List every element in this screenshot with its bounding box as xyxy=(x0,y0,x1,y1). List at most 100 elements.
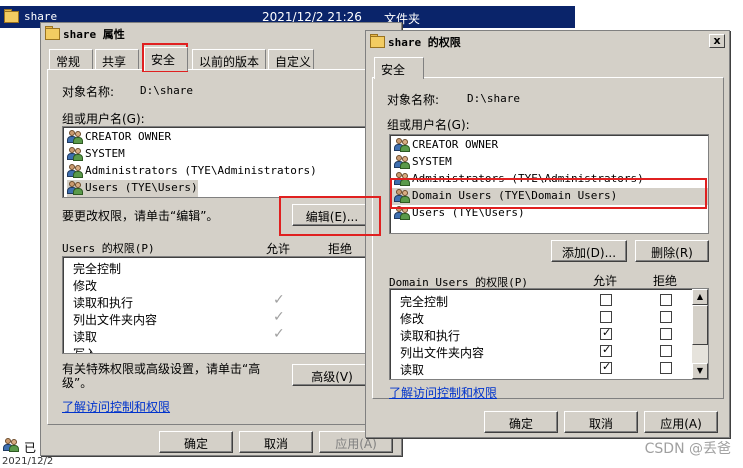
permission-row: 读取 xyxy=(390,360,708,377)
list-item-selected[interactable]: Domain Users (TYE\Domain Users) xyxy=(390,188,708,205)
user-name: Users (TYE\Users) xyxy=(85,181,198,194)
object-name-label: 对象名称: xyxy=(387,93,440,107)
tab-sharing[interactable]: 共享 xyxy=(95,49,139,69)
list-item[interactable]: Users (TYE\Users) xyxy=(67,180,198,197)
tab-custom[interactable]: 自定义 xyxy=(268,49,314,69)
user-name: Administrators (TYE\Administrators) xyxy=(412,172,644,185)
learn-access-control-link[interactable]: 了解访问控制和权限 xyxy=(389,384,497,401)
permission-row: 读取和执行 xyxy=(390,326,708,343)
properties-title: share 属性 xyxy=(63,28,125,41)
scroll-up-icon[interactable]: ▲ xyxy=(692,289,708,305)
permission-name: 列出文件夹内容 xyxy=(73,313,158,327)
deny-checkbox[interactable] xyxy=(660,294,672,306)
permissions-dialog: share 的权限 x 安全 对象名称: D:\share 组或用户名(G): … xyxy=(365,30,730,438)
object-name-value: D:\share xyxy=(467,92,520,105)
user-name: CREATOR OWNER xyxy=(412,138,499,151)
permission-name: 写入 xyxy=(73,347,98,354)
allow-checkbox[interactable] xyxy=(600,311,612,323)
user-group-icon xyxy=(67,180,83,195)
properties-titlebar[interactable]: share 属性 xyxy=(41,23,401,43)
special-permissions-hint: 有关特殊权限或高级设置，请单击“高级”。 xyxy=(62,362,261,390)
user-name: CREATOR OWNER xyxy=(85,130,172,143)
status-label: 已 xyxy=(24,441,37,455)
user-name: SYSTEM xyxy=(85,147,125,160)
apply-button[interactable]: 应用(A) xyxy=(644,411,718,433)
list-item[interactable]: Administrators (TYE\Administrators) xyxy=(394,171,644,188)
object-name-value: D:\share xyxy=(140,84,193,97)
ok-button[interactable]: 确定 xyxy=(484,411,558,433)
user-group-icon xyxy=(67,163,83,178)
permission-row: 列出文件夹内容 xyxy=(390,343,708,360)
permission-list[interactable]: 完全控制 修改 读取和执行 列出文件夹内容 读取 ▲ ▼ xyxy=(389,288,709,380)
security-panel: 对象名称: D:\share 组或用户名(G): CREATOR OWNER S… xyxy=(47,69,399,425)
list-item[interactable]: Users (TYE\Users) xyxy=(394,205,525,222)
user-group-icon xyxy=(67,129,83,144)
cancel-button[interactable]: 取消 xyxy=(564,411,638,433)
cancel-button[interactable]: 取消 xyxy=(239,431,313,453)
permission-list[interactable]: 完全控制 修改 读取和执行 ✓ 列出文件夹内容 ✓ 读取 ✓ 写入 xyxy=(62,256,394,354)
deny-checkbox[interactable] xyxy=(660,345,672,357)
permission-name: 读取和执行 xyxy=(400,329,461,343)
allow-column-header: 允许 xyxy=(266,242,291,256)
permission-scrollbar[interactable]: ▲ ▼ xyxy=(692,289,708,379)
remove-button[interactable]: 删除(R) xyxy=(635,240,709,262)
permissions-title: share 的权限 xyxy=(388,36,461,49)
add-button[interactable]: 添加(D)... xyxy=(551,240,627,262)
permissions-titlebar[interactable]: share 的权限 x xyxy=(366,31,729,51)
tab-general[interactable]: 常规 xyxy=(49,49,93,69)
learn-access-control-link[interactable]: 了解访问控制和权限 xyxy=(62,398,170,415)
allow-check-icon: ✓ xyxy=(273,326,285,342)
tab-previous-versions[interactable]: 以前的版本 xyxy=(192,49,266,69)
list-item[interactable]: SYSTEM xyxy=(394,154,452,171)
permission-name: 修改 xyxy=(400,312,425,326)
scroll-down-icon[interactable]: ▼ xyxy=(692,363,708,379)
permission-row: 完全控制 xyxy=(63,259,393,276)
user-name: Users (TYE\Users) xyxy=(412,206,525,219)
user-group-icon xyxy=(394,205,410,220)
list-item[interactable]: Administrators (TYE\Administrators) xyxy=(67,163,317,180)
allow-checkbox[interactable] xyxy=(600,294,612,306)
allow-checkbox[interactable] xyxy=(600,326,612,340)
list-item[interactable]: CREATOR OWNER xyxy=(67,129,171,146)
deny-column-header: 拒绝 xyxy=(328,242,353,256)
allow-check-icon: ✓ xyxy=(273,309,285,325)
allow-checkbox[interactable] xyxy=(600,360,612,374)
deny-column-header: 拒绝 xyxy=(653,274,678,288)
security-panel: 对象名称: D:\share 组或用户名(G): CREATOR OWNER S… xyxy=(372,77,724,401)
allow-column-header: 允许 xyxy=(593,274,618,288)
permission-row: 写入 xyxy=(63,344,393,354)
close-button[interactable]: x xyxy=(709,34,725,48)
user-group-icon xyxy=(67,146,83,161)
user-group-icon xyxy=(394,137,410,152)
ok-button[interactable]: 确定 xyxy=(159,431,233,453)
user-list[interactable]: CREATOR OWNER SYSTEM Administrators (TYE… xyxy=(62,126,394,198)
advanced-button[interactable]: 高级(V) xyxy=(292,364,372,386)
deny-checkbox[interactable] xyxy=(660,311,672,323)
permission-row: 修改 xyxy=(390,309,708,326)
deny-checkbox[interactable] xyxy=(660,362,672,374)
list-item[interactable]: CREATOR OWNER xyxy=(394,137,498,154)
folder-icon xyxy=(4,9,19,23)
groups-label: 组或用户名(G): xyxy=(387,118,470,132)
permission-row: 完全控制 xyxy=(390,292,708,309)
permission-name: 完全控制 xyxy=(73,262,122,276)
user-list[interactable]: CREATOR OWNER SYSTEM Administrators (TYE… xyxy=(389,134,709,234)
allow-checkbox[interactable] xyxy=(600,343,612,357)
groups-label: 组或用户名(G): xyxy=(62,112,145,126)
user-name: SYSTEM xyxy=(412,155,452,168)
tab-security[interactable]: 安全 xyxy=(144,47,188,71)
deny-checkbox[interactable] xyxy=(660,328,672,340)
folder-icon xyxy=(370,34,385,48)
permission-name: 列出文件夹内容 xyxy=(400,346,485,360)
scroll-thumb[interactable] xyxy=(692,305,708,345)
tab-security[interactable]: 安全 xyxy=(374,57,424,79)
permission-name: 修改 xyxy=(73,279,98,293)
perm-header: Users 的权限(P) xyxy=(62,242,155,255)
list-item[interactable]: SYSTEM xyxy=(67,146,125,163)
user-group-icon xyxy=(394,188,410,203)
permission-name: 读取和执行 xyxy=(73,296,134,310)
allow-check-icon: ✓ xyxy=(273,292,285,308)
folder-icon xyxy=(45,26,60,40)
status-date: 2021/12/2 21:26 xyxy=(2,456,54,468)
edit-button[interactable]: 编辑(E)... xyxy=(292,204,372,226)
